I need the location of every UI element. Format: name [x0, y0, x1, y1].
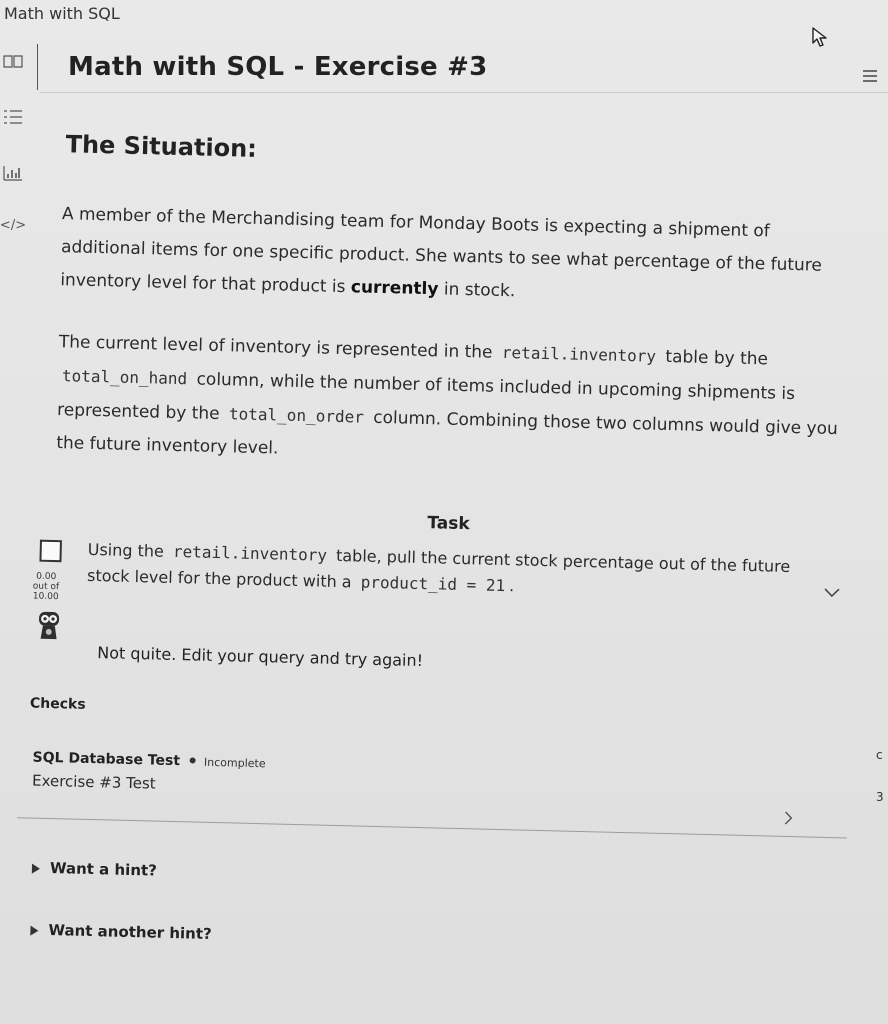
book-icon[interactable] [0, 50, 26, 72]
exercise-content: The Situation: A member of the Merchandi… [17, 130, 858, 958]
code-product-id: product_id = 21 [360, 572, 506, 596]
code-total-on-hand: total_on_hand [61, 366, 188, 389]
list-icon[interactable] [0, 106, 26, 128]
app-title: Math with SQL [4, 4, 120, 23]
triangle-right-icon [31, 863, 41, 874]
task-instructions: Using the retail.inventory table, pull t… [87, 537, 808, 607]
exercise-page: Math with SQL </> Math with SQL - Exerci… [0, 0, 888, 1024]
mouse-cursor-icon [812, 27, 827, 47]
situation-p2-text: The current level of inventory is repres… [58, 332, 499, 363]
checks-divider [17, 817, 847, 839]
hamburger-menu-icon[interactable] [862, 68, 878, 84]
hint-toggle-2[interactable]: Want another hint? [30, 921, 838, 959]
checks-label: Checks [29, 695, 86, 713]
score-value: 0.00 [36, 571, 57, 583]
score-out-of: out of [32, 581, 60, 593]
task-heading: Task [427, 513, 470, 535]
status-dot-icon [189, 757, 197, 764]
page-title: Math with SQL - Exercise #3 [68, 52, 488, 82]
hint-toggle-1[interactable]: Want a hint? [31, 859, 840, 897]
rail-divider [37, 44, 38, 90]
hint-2-label: Want another hint? [48, 921, 212, 943]
left-rail [0, 44, 38, 1024]
code-icon[interactable]: </> [0, 214, 26, 236]
code-retail-inventory: retail.inventory [501, 342, 657, 366]
right-edge-char-2: 3 [876, 790, 884, 804]
triangle-right-icon [30, 925, 39, 936]
situation-paragraph-1: A member of the Merchandising team for M… [60, 198, 856, 316]
score-total: 10.00 [32, 591, 59, 603]
task-text-end: . [508, 576, 515, 596]
right-edge-char-1: c [876, 748, 883, 762]
situation-p1-bold: currently [350, 277, 439, 300]
task-text-start: Using the [87, 539, 170, 561]
header-divider [40, 92, 888, 93]
situation-heading: The Situation: [65, 130, 258, 163]
situation-p2-text-2: table by the [659, 346, 769, 370]
hint-1-label: Want a hint? [49, 859, 158, 880]
chevron-down-icon[interactable] [823, 587, 841, 599]
check-title: SQL Database Test [32, 749, 181, 770]
chevron-right-icon[interactable] [783, 810, 793, 826]
task-checkbox[interactable] [39, 539, 62, 563]
check-status: Incomplete [203, 755, 266, 771]
code-total-on-order: total_on_order [228, 404, 365, 427]
code-task-table: retail.inventory [172, 541, 328, 565]
chart-icon[interactable] [0, 162, 26, 184]
situation-p1-text-end: in stock. [438, 279, 516, 302]
situation-paragraph-2: The current level of inventory is repres… [56, 325, 853, 479]
robot-icon [39, 611, 60, 640]
check-item[interactable]: SQL Database Test Incomplete Exercise #3 … [32, 749, 843, 825]
feedback-message: Not quite. Edit your query and try again… [97, 643, 424, 671]
task-score: 0.00 out of 10.00 [32, 571, 60, 603]
